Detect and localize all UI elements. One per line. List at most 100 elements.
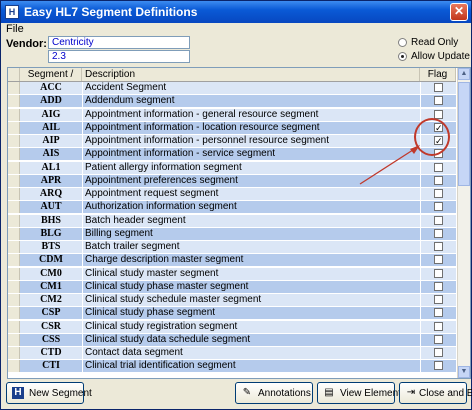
row-selector[interactable] — [8, 333, 20, 346]
table-row[interactable]: AUT Authorization information segment — [8, 201, 456, 215]
table-row[interactable]: AIG Appointment information - general res… — [8, 108, 456, 122]
table-row[interactable]: AL1 Patient allergy information segment — [8, 161, 456, 175]
row-selector[interactable] — [8, 294, 20, 306]
row-selector[interactable] — [8, 227, 20, 240]
flag-checkbox[interactable]: ✓ — [434, 136, 443, 146]
flag-checkbox[interactable] — [434, 361, 443, 371]
radio-allow-update[interactable]: Allow Update — [398, 51, 470, 62]
header-segment[interactable]: Segment / — [20, 68, 82, 81]
title-bar[interactable]: H Easy HL7 Segment Definitions ✕ — [1, 1, 471, 23]
vendor-version-field[interactable]: 2.3 — [48, 50, 190, 63]
flag-checkbox[interactable] — [434, 228, 443, 238]
table-row[interactable]: ACC Accident Segment — [8, 82, 456, 96]
new-segment-button[interactable]: H New Segment — [6, 382, 92, 404]
flag-checkbox[interactable] — [434, 83, 443, 92]
flag-checkbox[interactable] — [434, 281, 443, 291]
row-selector[interactable] — [8, 95, 20, 108]
row-selector[interactable] — [8, 201, 20, 214]
flag-checkbox[interactable] — [434, 109, 443, 119]
view-elements-button[interactable]: ▤ View Elements — [317, 382, 406, 404]
table-row[interactable]: CSS Clinical study data schedule segment — [8, 333, 456, 347]
row-selector[interactable] — [8, 108, 20, 121]
scroll-down-icon[interactable]: ▼ — [458, 366, 470, 378]
header-description[interactable]: Description — [82, 68, 420, 81]
row-selector[interactable] — [8, 320, 20, 333]
vendor-label: Vendor: — [6, 38, 47, 50]
table-row[interactable]: BHS Batch header segment — [8, 214, 456, 228]
row-selector[interactable] — [8, 121, 20, 134]
flag-checkbox[interactable] — [434, 242, 443, 251]
row-selector[interactable] — [8, 174, 20, 187]
segment-code: CTI — [20, 360, 82, 373]
segment-code: CM1 — [20, 280, 82, 293]
flag-checkbox[interactable] — [434, 162, 443, 172]
row-selector[interactable] — [8, 360, 20, 373]
flag-checkbox[interactable] — [434, 255, 443, 265]
table-row[interactable]: AIL Appointment information - location re… — [8, 121, 456, 135]
flag-checkbox[interactable] — [434, 202, 443, 212]
table-row[interactable]: BLG Billing segment — [8, 227, 456, 241]
table-row[interactable]: CSP Clinical study phase segment — [8, 307, 456, 321]
header-segment-label: Segment — [27, 69, 68, 80]
radio-read-only-indicator[interactable] — [398, 38, 407, 47]
row-selector[interactable] — [8, 241, 20, 253]
flag-checkbox[interactable] — [434, 268, 443, 278]
segment-code: APR — [20, 174, 82, 187]
row-selector[interactable] — [8, 135, 20, 147]
exit-icon: ⇥ — [406, 387, 416, 398]
row-selector[interactable] — [8, 307, 20, 320]
menu-file[interactable]: File — [6, 23, 24, 35]
radio-read-only[interactable]: Read Only — [398, 37, 458, 48]
segment-code: ACC — [20, 82, 82, 94]
flag-checkbox[interactable] — [434, 295, 443, 304]
table-row[interactable]: ARQ Appointment request segment — [8, 188, 456, 202]
table-row[interactable]: CSR Clinical study registration segment — [8, 320, 456, 334]
flag-checkbox[interactable] — [434, 308, 443, 318]
table-row[interactable]: CM0 Clinical study master segment — [8, 267, 456, 281]
table-row[interactable]: AIP Appointment information - personnel r… — [8, 135, 456, 149]
segment-code: AIG — [20, 108, 82, 121]
radio-allow-update-label: Allow Update — [411, 51, 470, 62]
row-selector[interactable] — [8, 188, 20, 200]
row-selector[interactable] — [8, 148, 20, 161]
scroll-thumb[interactable] — [458, 82, 470, 186]
flag-cell — [420, 188, 456, 200]
radio-allow-update-indicator[interactable] — [398, 52, 407, 61]
row-selector[interactable] — [8, 161, 20, 174]
table-row[interactable]: CM2 Clinical study schedule master segmen… — [8, 294, 456, 308]
flag-checkbox[interactable] — [434, 175, 443, 185]
table-row[interactable]: APR Appointment preferences segment — [8, 174, 456, 188]
segment-description: Addendum segment — [82, 95, 420, 108]
flag-checkbox[interactable] — [434, 348, 443, 357]
flag-checkbox[interactable] — [434, 215, 443, 225]
row-selector[interactable] — [8, 267, 20, 280]
table-row[interactable]: CTD Contact data segment — [8, 347, 456, 361]
table-row[interactable]: AIS Appointment information - service seg… — [8, 148, 456, 162]
close-and-exit-button[interactable]: ⇥ Close and Exit — [399, 382, 472, 404]
flag-checkbox[interactable] — [434, 334, 443, 344]
table-row[interactable]: CDM Charge description master segment — [8, 254, 456, 268]
row-selector[interactable] — [8, 254, 20, 267]
scroll-up-icon[interactable]: ▲ — [458, 68, 470, 80]
row-selector[interactable] — [8, 82, 20, 94]
row-selector[interactable] — [8, 347, 20, 359]
flag-checkbox[interactable] — [434, 321, 443, 331]
flag-checkbox[interactable]: ✓ — [434, 122, 443, 132]
hl7-icon: H — [12, 387, 24, 399]
table-row[interactable]: CM1 Clinical study phase master segment — [8, 280, 456, 294]
close-window-button[interactable]: ✕ — [450, 3, 468, 21]
flag-checkbox[interactable] — [434, 149, 443, 159]
vertical-scrollbar[interactable]: ▲ ▼ — [457, 68, 470, 378]
flag-checkbox[interactable] — [434, 96, 443, 106]
table-row[interactable]: CTI Clinical trial identification segment — [8, 360, 456, 374]
annotations-button[interactable]: ✎ Annotations — [235, 382, 313, 404]
vendor-name-field[interactable]: Centricity — [48, 36, 190, 49]
segment-description: Clinical study registration segment — [82, 320, 420, 333]
row-selector[interactable] — [8, 214, 20, 227]
flag-checkbox[interactable] — [434, 189, 443, 198]
segment-code: CSR — [20, 320, 82, 333]
table-row[interactable]: BTS Batch trailer segment — [8, 241, 456, 255]
row-selector[interactable] — [8, 280, 20, 293]
header-flag[interactable]: Flag — [420, 68, 456, 81]
table-row[interactable]: ADD Addendum segment — [8, 95, 456, 109]
